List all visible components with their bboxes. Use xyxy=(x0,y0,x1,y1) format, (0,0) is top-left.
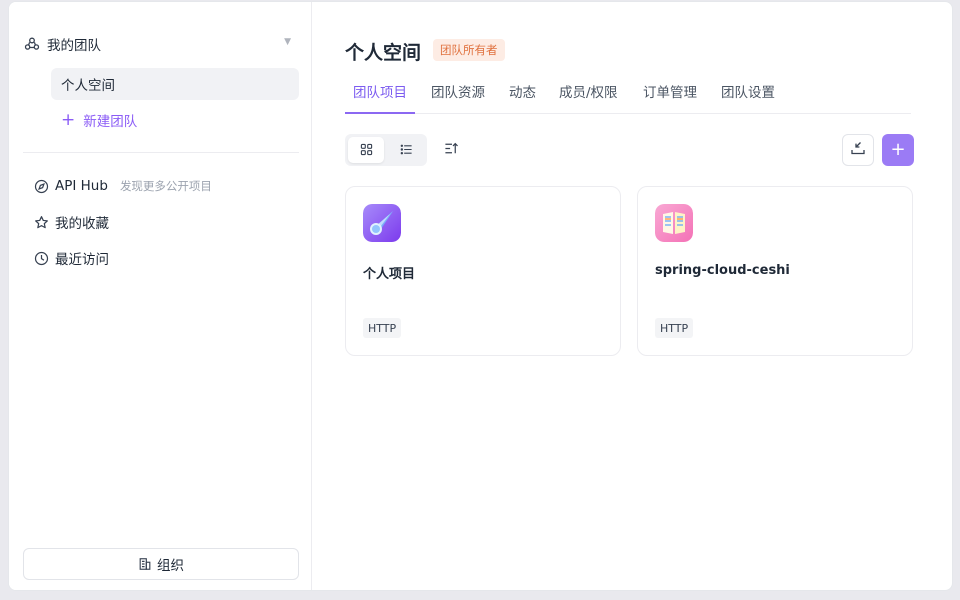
tab-team-settings[interactable]: 团队设置 xyxy=(721,76,775,114)
tab-bar: 团队项目 团队资源 动态 成员/权限 订单管理 团队设置 xyxy=(345,76,911,114)
project-card[interactable]: 个人项目 HTTP xyxy=(345,186,621,356)
app-window: 我的团队 ▼ 个人空间 + 新建团队 API Hub 发现更多公开项目 我的收藏… xyxy=(8,1,953,591)
grid-view-button[interactable] xyxy=(348,137,384,163)
sort-icon xyxy=(444,141,459,160)
tab-label: 团队资源 xyxy=(431,85,485,101)
owner-badge: 团队所有者 xyxy=(433,39,505,61)
sidebar-item-favorites[interactable]: 我的收藏 xyxy=(33,210,109,234)
sidebar-item-label: 个人空间 xyxy=(61,78,115,94)
tab-label: 团队设置 xyxy=(721,85,775,101)
tab-team-projects[interactable]: 团队项目 xyxy=(345,76,415,114)
sidebar-item-subtitle: 发现更多公开项目 xyxy=(119,179,212,193)
new-team-label: 新建团队 xyxy=(83,114,138,130)
project-type-tag: HTTP xyxy=(363,318,402,338)
plus-icon: + xyxy=(890,139,906,160)
organization-label: 组织 xyxy=(157,558,184,574)
tab-label: 团队项目 xyxy=(353,85,407,101)
team-header-label: 我的团队 xyxy=(47,38,101,54)
team-icon xyxy=(23,35,41,53)
sidebar-item-label: 最近访问 xyxy=(55,252,109,268)
project-type-tag: HTTP xyxy=(655,318,694,338)
import-button[interactable] xyxy=(842,134,874,166)
sidebar-item-recent[interactable]: 最近访问 xyxy=(33,246,109,270)
list-view-icon xyxy=(400,141,413,160)
add-project-button[interactable]: + xyxy=(882,134,914,166)
project-name: spring-cloud-ceshi xyxy=(655,263,790,278)
tab-label: 成员/权限 xyxy=(559,85,618,101)
compass-icon xyxy=(33,178,49,194)
team-selector[interactable]: 我的团队 ▼ xyxy=(23,30,291,58)
list-view-button[interactable] xyxy=(388,137,424,163)
clock-icon xyxy=(33,250,49,266)
grid-view-icon xyxy=(360,141,373,160)
book-icon xyxy=(655,204,693,242)
project-name: 个人项目 xyxy=(363,267,416,282)
sort-button[interactable] xyxy=(439,138,463,162)
import-icon xyxy=(850,140,866,160)
main-content: 个人空间 团队所有者 团队项目 团队资源 动态 成员/权限 订单管理 团队设置 xyxy=(312,2,952,590)
sidebar-item-api-hub[interactable]: API Hub 发现更多公开项目 xyxy=(33,174,212,198)
tab-label: 动态 xyxy=(509,85,536,101)
tab-activity[interactable]: 动态 xyxy=(509,76,536,114)
sidebar-item-label: 我的收藏 xyxy=(55,216,109,232)
plus-icon: + xyxy=(61,109,76,130)
tab-orders[interactable]: 订单管理 xyxy=(643,76,697,114)
star-icon xyxy=(33,214,49,230)
view-toggle xyxy=(345,134,427,166)
page-title: 个人空间 xyxy=(345,42,422,64)
caret-down-icon[interactable]: ▼ xyxy=(284,37,291,47)
project-card[interactable]: spring-cloud-ceshi HTTP xyxy=(637,186,913,356)
sidebar: 我的团队 ▼ 个人空间 + 新建团队 API Hub 发现更多公开项目 我的收藏… xyxy=(9,2,312,590)
comet-icon xyxy=(363,204,401,242)
organization-button[interactable]: 组织 xyxy=(23,548,299,580)
tab-label: 订单管理 xyxy=(643,85,697,101)
sidebar-divider xyxy=(23,152,299,153)
sidebar-item-label: API Hub xyxy=(55,178,108,194)
building-icon xyxy=(138,557,152,571)
tab-members[interactable]: 成员/权限 xyxy=(559,76,618,114)
new-team-button[interactable]: + 新建团队 xyxy=(61,107,137,133)
sidebar-item-personal-space[interactable]: 个人空间 xyxy=(51,68,299,100)
tab-team-resources[interactable]: 团队资源 xyxy=(431,76,485,114)
